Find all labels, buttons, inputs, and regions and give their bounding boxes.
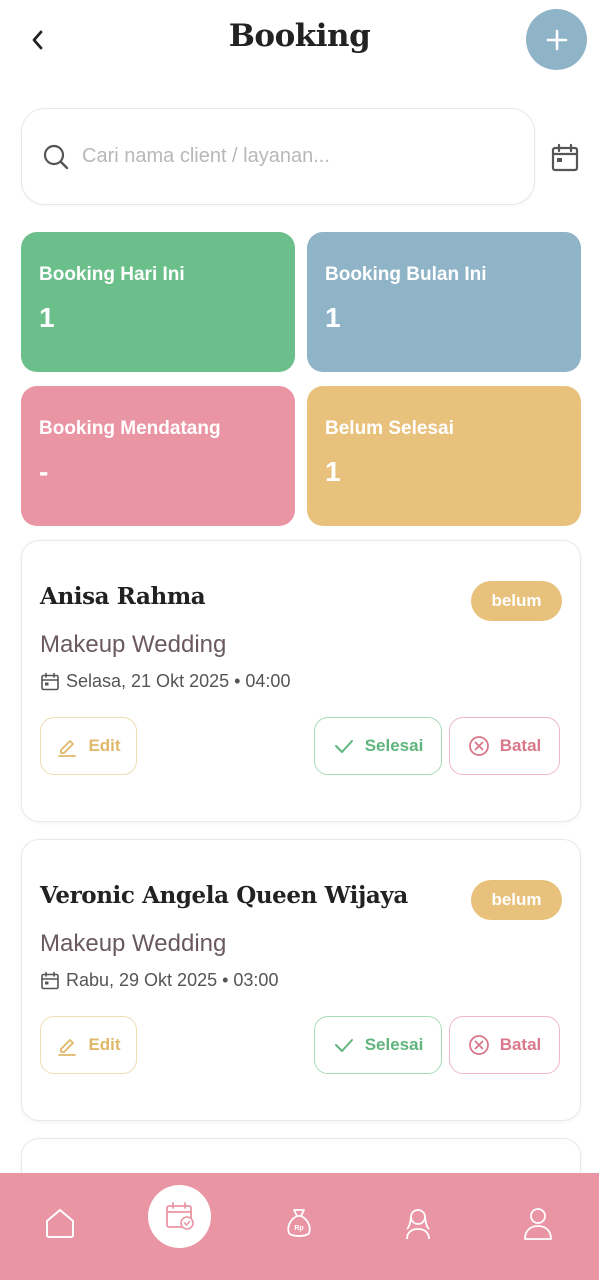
stat-upcoming-card: Booking Mendatang - xyxy=(21,386,295,526)
edit-icon xyxy=(58,1039,77,1056)
search-bar xyxy=(21,108,535,205)
search-input[interactable] xyxy=(82,145,502,168)
booking-datetime: Selasa, 21 Okt 2025 • 04:00 xyxy=(40,671,290,692)
client-woman-icon xyxy=(406,1209,430,1240)
nav-finance[interactable]: Rp xyxy=(279,1201,319,1245)
datetime-text: Selasa, 21 Okt 2025 • 04:00 xyxy=(66,671,291,691)
service-name: Makeup Wedding xyxy=(40,631,227,658)
money-bag-icon: Rp xyxy=(287,1209,311,1237)
stat-value: 1 xyxy=(325,302,341,333)
calendar-icon xyxy=(41,971,59,989)
booking-card[interactable]: Veronic Angela Queen Wijaya belum Makeup… xyxy=(21,839,581,1121)
stat-value: - xyxy=(39,456,49,487)
edit-button[interactable]: Edit xyxy=(40,717,137,775)
edit-icon xyxy=(58,740,77,757)
booking-datetime: Rabu, 29 Okt 2025 • 03:00 xyxy=(40,970,278,991)
page-title: Booking xyxy=(228,18,371,54)
svg-text:Rp: Rp xyxy=(294,1225,303,1232)
search-icon xyxy=(43,144,69,169)
home-icon xyxy=(46,1209,74,1238)
calendar-icon xyxy=(551,143,579,172)
stat-label: Booking Mendatang xyxy=(39,418,221,439)
calendar-icon xyxy=(41,672,59,690)
client-name: Veronic Angela Queen Wijaya xyxy=(40,882,408,909)
check-icon xyxy=(334,740,353,753)
edit-label: Edit xyxy=(88,1035,121,1054)
stat-unfinished-card: Belum Selesai 1 xyxy=(307,386,581,526)
nav-client[interactable] xyxy=(398,1201,438,1245)
calendar-check-icon xyxy=(165,1201,194,1230)
calendar-filter-button[interactable] xyxy=(547,140,583,176)
edit-label: Edit xyxy=(88,736,121,755)
nav-home[interactable] xyxy=(40,1201,80,1245)
done-label: Selesai xyxy=(364,736,424,755)
bottom-nav: Rp xyxy=(0,1173,599,1280)
app-header: Booking xyxy=(0,0,599,80)
edit-button[interactable]: Edit xyxy=(40,1016,137,1074)
plus-icon xyxy=(546,29,567,50)
done-button[interactable]: Selesai xyxy=(314,1016,442,1074)
service-name: Makeup Wedding xyxy=(40,930,227,957)
done-button[interactable]: Selesai xyxy=(314,717,442,775)
cancel-button[interactable]: Batal xyxy=(449,1016,560,1074)
status-badge: belum xyxy=(471,581,562,621)
profile-icon xyxy=(524,1208,552,1240)
client-name: Anisa Rahma xyxy=(40,583,206,610)
booking-card[interactable]: Anisa Rahma belum Makeup Wedding Selasa,… xyxy=(21,540,581,822)
stat-label: Booking Bulan Ini xyxy=(325,264,487,285)
stat-label: Booking Hari Ini xyxy=(39,264,185,285)
stat-label: Belum Selesai xyxy=(325,418,454,439)
check-icon xyxy=(334,1039,353,1052)
stat-month-card: Booking Bulan Ini 1 xyxy=(307,232,581,372)
x-circle-icon xyxy=(468,736,489,756)
stat-today-card: Booking Hari Ini 1 xyxy=(21,232,295,372)
datetime-text: Rabu, 29 Okt 2025 • 03:00 xyxy=(66,970,279,990)
cancel-button[interactable]: Batal xyxy=(449,717,560,775)
status-badge: belum xyxy=(471,880,562,920)
stat-value: 1 xyxy=(39,302,55,333)
cancel-label: Batal xyxy=(499,736,542,755)
nav-booking[interactable] xyxy=(148,1185,211,1248)
x-circle-icon xyxy=(468,1035,489,1055)
stat-value: 1 xyxy=(325,456,341,487)
done-label: Selesai xyxy=(364,1035,424,1054)
nav-profile[interactable] xyxy=(518,1201,558,1245)
add-booking-button[interactable] xyxy=(526,9,587,70)
cancel-label: Batal xyxy=(499,1035,542,1054)
